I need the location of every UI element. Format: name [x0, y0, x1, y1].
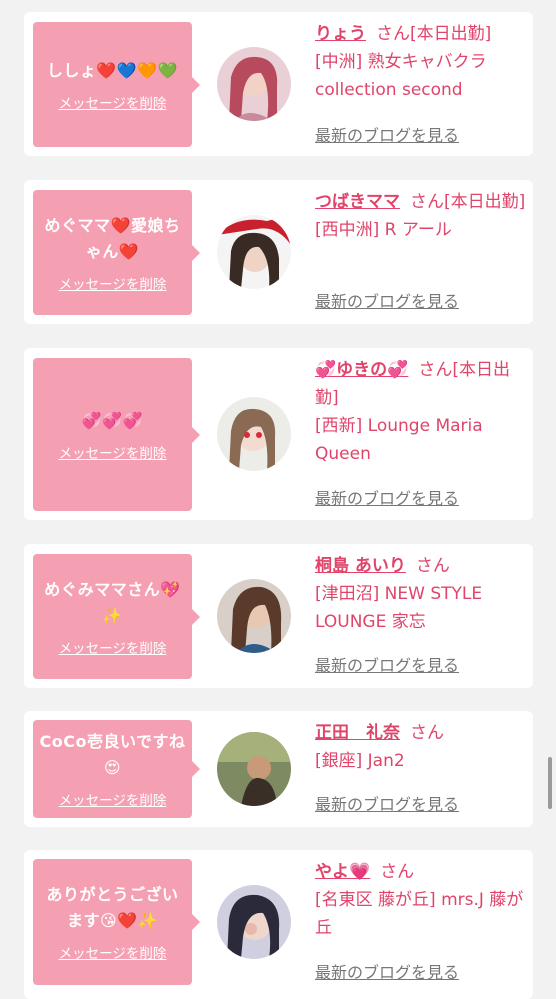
shop-name: [西新] Lounge Maria Queen — [315, 416, 483, 464]
latest-blog-link[interactable]: 最新のブログを見る — [315, 122, 459, 146]
sender-info: つばきママ さん[本日出勤] [西中洲] R アール — [315, 188, 527, 244]
sender-name-link[interactable]: 正田 礼奈 — [315, 723, 400, 743]
message-card: CoCo壱良いですね😍 メッセージを削除 正田 礼奈 さん [銀座] Jan2 最… — [24, 711, 533, 827]
message-bubble: 💞💞💞 メッセージを削除 — [33, 358, 200, 511]
avatar-image — [217, 579, 291, 653]
avatar[interactable] — [217, 579, 291, 653]
sender-name-link[interactable]: 💞ゆきの💞 — [315, 360, 408, 380]
message-bubble: ししょ❤️💙🧡💚 メッセージを削除 — [33, 22, 200, 147]
delete-message-link[interactable]: メッセージを削除 — [59, 442, 167, 462]
sender-info: 💞ゆきの💞 さん[本日出勤] [西新] Lounge Maria Queen — [315, 356, 527, 468]
work-status: [本日出勤] — [444, 192, 526, 212]
honorific: さん — [410, 723, 444, 743]
sender-info: 正田 礼奈 さん [銀座] Jan2 — [315, 719, 527, 775]
message-bubble: ありがとうございます😘❤️✨ メッセージを削除 — [33, 859, 200, 985]
sender-name-link[interactable]: やよ💗 — [315, 862, 370, 882]
delete-message-link[interactable]: メッセージを削除 — [59, 273, 167, 293]
delete-message-link[interactable]: メッセージを削除 — [59, 637, 167, 657]
avatar[interactable] — [217, 397, 291, 471]
honorific: さん — [418, 360, 453, 380]
latest-blog-link[interactable]: 最新のブログを見る — [315, 652, 459, 676]
delete-message-link[interactable]: メッセージを削除 — [59, 789, 167, 809]
delete-message-link[interactable]: メッセージを削除 — [59, 942, 167, 962]
shop-name: [銀座] Jan2 — [315, 751, 405, 771]
shop-name: [名東区 藤が丘] mrs.J 藤が丘 — [315, 890, 524, 938]
message-card: めぐみママさん💖✨ メッセージを削除 桐島 あいり さん [津田沼] NEW ST… — [24, 544, 533, 688]
avatar[interactable] — [217, 215, 291, 289]
sender-name-link[interactable]: つばきママ — [315, 192, 400, 212]
honorific: さん — [415, 556, 450, 576]
message-card: めぐママ❤️愛娘ちゃん❤️ メッセージを削除 つばきママ さん[本日出勤] [西中… — [24, 180, 533, 324]
work-status: [本日出勤] — [410, 24, 492, 44]
sender-info: 桐島 あいり さん [津田沼] NEW STYLE LOUNGE 家忘 — [315, 552, 527, 636]
shop-name: [津田沼] NEW STYLE LOUNGE 家忘 — [315, 584, 483, 632]
delete-message-link[interactable]: メッセージを削除 — [59, 92, 167, 112]
shop-name: [西中洲] R アール — [315, 220, 452, 240]
shop-name: [中洲] 熟女キャバクラ collection second — [315, 52, 487, 100]
avatar[interactable] — [217, 47, 291, 121]
sender-info: やよ💗 さん [名東区 藤が丘] mrs.J 藤が丘 — [315, 858, 527, 942]
message-text: 💞💞💞 — [81, 410, 144, 430]
message-card: ありがとうございます😘❤️✨ メッセージを削除 やよ💗 さん [名東区 藤が丘] … — [24, 850, 533, 999]
avatar-image — [217, 885, 291, 959]
sender-info: りょう さん[本日出勤] [中洲] 熟女キャバクラ collection seco… — [315, 20, 527, 104]
scrollbar[interactable] — [548, 757, 552, 809]
message-text: めぐみママさん💖✨ — [44, 579, 181, 625]
message-text: CoCo壱良いですね😍 — [39, 732, 186, 777]
message-text: ありがとうございます😘❤️✨ — [46, 885, 179, 930]
message-bubble: めぐママ❤️愛娘ちゃん❤️ メッセージを削除 — [33, 190, 200, 315]
latest-blog-link[interactable]: 最新のブログを見る — [315, 288, 459, 312]
latest-blog-link[interactable]: 最新のブログを見る — [315, 959, 459, 983]
avatar-image — [217, 215, 291, 289]
avatar[interactable] — [217, 885, 291, 959]
message-text: めぐママ❤️愛娘ちゃん❤️ — [44, 215, 181, 261]
avatar[interactable] — [217, 732, 291, 806]
honorific: さん — [376, 24, 410, 44]
avatar-image — [217, 732, 291, 806]
message-card: 💞💞💞 メッセージを削除 💞ゆきの💞 さん[本日出勤] [西新] Lounge M… — [24, 348, 533, 520]
latest-blog-link[interactable]: 最新のブログを見る — [315, 485, 459, 509]
sender-name-link[interactable]: 桐島 あいり — [315, 556, 406, 576]
latest-blog-link[interactable]: 最新のブログを見る — [315, 791, 459, 815]
sender-name-link[interactable]: りょう — [315, 24, 366, 44]
message-bubble: CoCo壱良いですね😍 メッセージを削除 — [33, 720, 200, 818]
honorific: さん — [410, 192, 444, 212]
avatar-image — [217, 397, 291, 471]
honorific: さん — [380, 862, 415, 882]
message-bubble: めぐみママさん💖✨ メッセージを削除 — [33, 554, 200, 679]
avatar-image — [217, 47, 291, 121]
message-text: ししょ❤️💙🧡💚 — [46, 60, 179, 80]
message-card: ししょ❤️💙🧡💚 メッセージを削除 りょう さん[本日出勤] [中洲] 熟女キャバ… — [24, 12, 533, 156]
